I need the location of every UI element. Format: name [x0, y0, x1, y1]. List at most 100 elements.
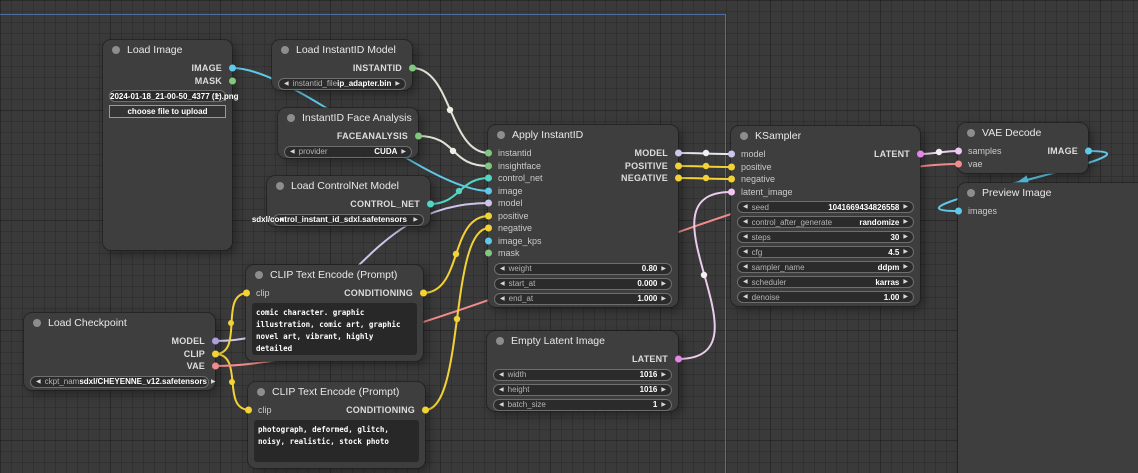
node-header[interactable]: Load InstantID Model [272, 40, 412, 59]
output-dot-conditioning[interactable] [420, 290, 427, 297]
stepper-left-icon[interactable]: ◀ [743, 294, 748, 300]
stepper-right-icon[interactable]: ▶ [903, 249, 908, 255]
stepper-right-icon[interactable]: ▶ [661, 387, 666, 393]
stepper-right-icon[interactable]: ▶ [211, 379, 216, 385]
output-dot-latent[interactable] [675, 356, 682, 363]
output-dot-clip[interactable] [212, 350, 219, 357]
stepper-right-icon[interactable]: ▶ [661, 296, 666, 302]
node-header[interactable]: Empty Latent Image [487, 331, 678, 350]
output-dot-model[interactable] [675, 150, 682, 157]
denoise-widget[interactable]: ◀ denoise 1.00 ▶ [737, 291, 914, 303]
collapse-dot[interactable] [287, 114, 295, 122]
stepper-right-icon[interactable]: ▶ [903, 219, 908, 225]
stepper-left-icon[interactable]: ◀ [284, 81, 289, 87]
collapse-dot[interactable] [276, 182, 284, 190]
node-ksampler[interactable]: KSampler model LATENT positive negative … [731, 126, 920, 306]
output-dot-model[interactable] [212, 338, 219, 345]
collapse-dot[interactable] [255, 271, 263, 279]
input-dot-positive[interactable] [728, 163, 735, 170]
collapse-dot[interactable] [281, 46, 289, 54]
stepper-left-icon[interactable]: ◀ [290, 149, 295, 155]
node-clip-text-encode-negative[interactable]: CLIP Text Encode (Prompt) clip CONDITION… [248, 382, 425, 468]
node-load-controlnet-model[interactable]: Load ControlNet Model CONTROL_NET ◀ sdxl… [267, 176, 430, 226]
collapse-dot[interactable] [496, 337, 504, 345]
input-dot-image-kps[interactable] [485, 237, 492, 244]
image-file-combo[interactable]: 2024-01-18_21-00-50_4377 (1).png ▶ [109, 90, 226, 102]
stepper-left-icon[interactable]: ◀ [743, 219, 748, 225]
prompt-textarea[interactable]: comic character. graphic illustration, c… [252, 303, 417, 355]
collapse-dot[interactable] [257, 388, 265, 396]
node-clip-text-encode-positive[interactable]: CLIP Text Encode (Prompt) clip CONDITION… [246, 265, 423, 361]
node-header[interactable]: KSampler [731, 126, 920, 145]
input-dot-clip[interactable] [243, 290, 250, 297]
output-dot-positive[interactable] [675, 162, 682, 169]
input-dot-negative[interactable] [728, 176, 735, 183]
collapse-dot[interactable] [112, 46, 120, 54]
stepper-right-icon[interactable]: ▶ [661, 266, 666, 272]
stepper-left-icon[interactable]: ◀ [743, 234, 748, 240]
node-vae-decode[interactable]: VAE Decode samples IMAGE vae [958, 123, 1088, 173]
node-header[interactable]: InstantID Face Analysis [278, 108, 418, 127]
node-load-image[interactable]: Load Image IMAGE MASK 2024-01-18_21-00-5… [103, 40, 232, 250]
width-widget[interactable]: ◀ width 1016 ▶ [493, 369, 672, 381]
stepper-left-icon[interactable]: ◀ [743, 264, 748, 270]
stepper-left-icon[interactable]: ◀ [500, 296, 505, 302]
stepper-left-icon[interactable]: ◀ [499, 402, 504, 408]
input-dot-insightface[interactable] [485, 162, 492, 169]
input-dot-latent-image[interactable] [728, 188, 735, 195]
node-header[interactable]: VAE Decode [958, 123, 1088, 142]
stepper-right-icon[interactable]: ▶ [395, 81, 400, 87]
stepper-right-icon[interactable]: ▶ [661, 372, 666, 378]
instantid-file-combo[interactable]: ◀ instantid_file ip_adapter.bin ▶ [278, 78, 406, 90]
stepper-left-icon[interactable]: ◀ [36, 379, 41, 385]
input-dot-model[interactable] [728, 151, 735, 158]
node-header[interactable]: Load ControlNet Model [267, 176, 430, 195]
seed-widget[interactable]: ◀ seed 1041669434826558 ▶ [737, 201, 914, 213]
input-dot-model[interactable] [485, 200, 492, 207]
output-dot-instantid[interactable] [409, 65, 416, 72]
stepper-left-icon[interactable]: ◀ [499, 372, 504, 378]
input-dot-vae[interactable] [955, 160, 962, 167]
output-dot-image[interactable] [1085, 148, 1092, 155]
sampler-name-widget[interactable]: ◀ sampler_name ddpm ▶ [737, 261, 914, 273]
node-instantid-face-analysis[interactable]: InstantID Face Analysis FACEANALYSIS ◀ p… [278, 108, 418, 158]
input-dot-negative[interactable] [485, 225, 492, 232]
output-dot-control-net[interactable] [427, 201, 434, 208]
prompt-textarea[interactable]: photograph, deformed, glitch, noisy, rea… [254, 420, 419, 462]
input-dot-positive[interactable] [485, 212, 492, 219]
node-apply-instantid[interactable]: Apply InstantID instantid MODEL insightf… [488, 125, 678, 307]
input-dot-mask[interactable] [485, 250, 492, 257]
start-at-widget[interactable]: ◀ start_at 0.000 ▶ [494, 278, 672, 290]
steps-widget[interactable]: ◀ steps 30 ▶ [737, 231, 914, 243]
input-dot-control-net[interactable] [485, 175, 492, 182]
control-after-generate-widget[interactable]: ◀ control_after_generate randomize ▶ [737, 216, 914, 228]
output-dot-conditioning[interactable] [422, 407, 429, 414]
node-header[interactable]: CLIP Text Encode (Prompt) [246, 265, 423, 284]
node-load-checkpoint[interactable]: Load Checkpoint MODEL CLIP VAE ◀ ckpt_na… [24, 313, 215, 390]
height-widget[interactable]: ◀ height 1016 ▶ [493, 384, 672, 396]
output-dot-vae[interactable] [212, 363, 219, 370]
stepper-right-icon[interactable]: ▶ [903, 264, 908, 270]
node-load-instantid-model[interactable]: Load InstantID Model INSTANTID ◀ instant… [272, 40, 412, 90]
stepper-right-icon[interactable]: ▶ [903, 294, 908, 300]
cfg-widget[interactable]: ◀ cfg 4.5 ▶ [737, 246, 914, 258]
input-dot-images[interactable] [955, 208, 962, 215]
stepper-right-icon[interactable]: ▶ [903, 204, 908, 210]
node-graph-canvas[interactable]: Load Image IMAGE MASK 2024-01-18_21-00-5… [0, 0, 1138, 473]
collapse-dot[interactable] [33, 319, 41, 327]
output-dot-latent[interactable] [917, 151, 924, 158]
collapse-dot[interactable] [967, 189, 975, 197]
collapse-dot[interactable] [497, 131, 505, 139]
stepper-right-icon[interactable]: ▶ [413, 217, 418, 223]
node-header[interactable]: Preview Image [958, 183, 1138, 202]
input-dot-instantid[interactable] [485, 150, 492, 157]
choose-file-button[interactable]: choose file to upload [109, 105, 226, 118]
weight-widget[interactable]: ◀ weight 0.80 ▶ [494, 263, 672, 275]
output-dot-image[interactable] [229, 65, 236, 72]
stepper-left-icon[interactable]: ◀ [499, 387, 504, 393]
collapse-dot[interactable] [967, 129, 975, 137]
output-dot-negative[interactable] [675, 175, 682, 182]
collapse-dot[interactable] [740, 132, 748, 140]
provider-combo[interactable]: ◀ provider CUDA ▶ [284, 146, 412, 158]
input-dot-image[interactable] [485, 187, 492, 194]
